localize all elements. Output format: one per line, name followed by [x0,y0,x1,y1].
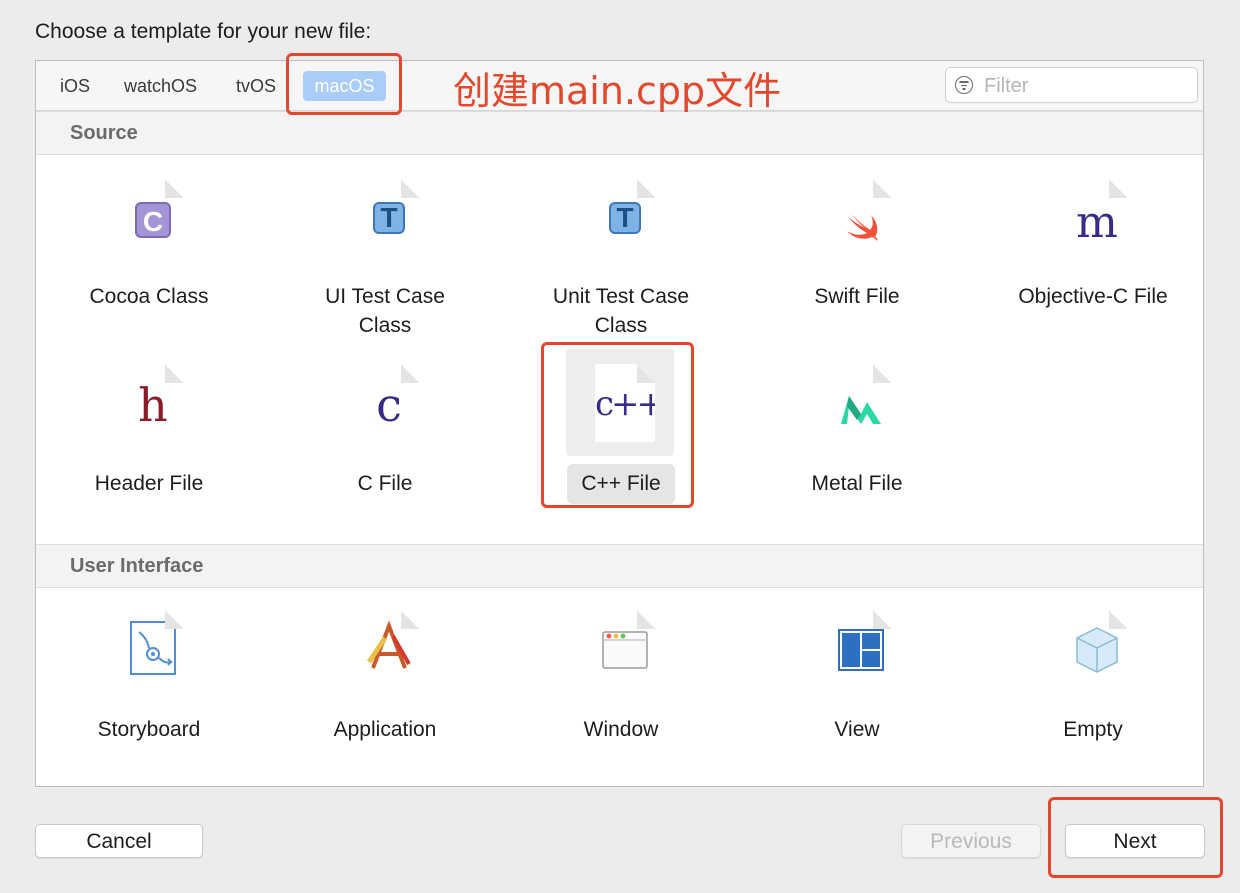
test-case-icon: T [609,202,641,234]
template-label: Class [358,314,412,337]
template-view[interactable]: View [762,610,952,770]
template-label: View [834,718,880,741]
template-empty[interactable]: Empty [998,610,1188,770]
annotation-text: 创建main.cpp文件 [453,69,782,113]
annotation-box-next [1048,797,1223,878]
template-metal-file[interactable]: Metal File [762,364,952,524]
template-storyboard[interactable]: Storyboard [54,610,244,770]
template-label: Objective-C File [1018,285,1168,308]
annotation-box-cpp [541,342,694,508]
filter-icon [955,76,973,94]
template-label: Cocoa Class [89,285,209,308]
tab-watchos[interactable]: watchOS [124,73,197,99]
template-label: Storyboard [97,718,201,741]
cancel-button[interactable]: Cancel [35,824,203,858]
template-ui-test-case-class[interactable]: T UI Test Case Class [290,179,480,339]
cocoa-class-icon: C [135,202,171,238]
template-label: Window [583,718,659,741]
annotation-box-macos [286,53,402,115]
template-label: UI Test Case [325,285,445,308]
template-window[interactable]: Window [526,610,716,770]
template-label: Class [594,314,648,337]
filter-input[interactable] [982,73,1186,99]
template-label: Unit Test Case [552,285,690,308]
previous-button[interactable]: Previous [901,824,1041,858]
template-label: C File [357,472,413,495]
header-h-icon: h [138,378,168,432]
template-label: Header File [94,472,204,495]
dialog-prompt: Choose a template for your new file: [35,20,372,43]
metal-icon [841,396,881,424]
section-header-user-interface: User Interface [36,544,1203,588]
test-case-icon: T [373,202,405,234]
template-objective-c-file[interactable]: m Objective-C File [998,179,1188,339]
template-label: Application [333,718,437,741]
filter-field[interactable] [945,67,1198,103]
template-c-file[interactable]: c C File [290,364,480,524]
template-label: Metal File [811,472,903,495]
tab-ios[interactable]: iOS [60,73,90,99]
template-unit-test-case-class[interactable]: T Unit Test Case Class [526,179,716,339]
template-application[interactable]: Application [290,610,480,770]
template-cocoa-class[interactable]: C Cocoa Class [54,179,244,339]
section-header-source: Source [36,111,1203,155]
swift-icon [847,214,878,241]
c-icon: c [376,378,402,432]
template-header-file[interactable]: h Header File [54,364,244,524]
template-swift-file[interactable]: Swift File [762,179,952,339]
template-label: Swift File [814,285,900,308]
tab-tvos[interactable]: tvOS [236,73,276,99]
objc-m-icon: m [1076,197,1118,248]
template-label: Empty [1063,718,1123,741]
